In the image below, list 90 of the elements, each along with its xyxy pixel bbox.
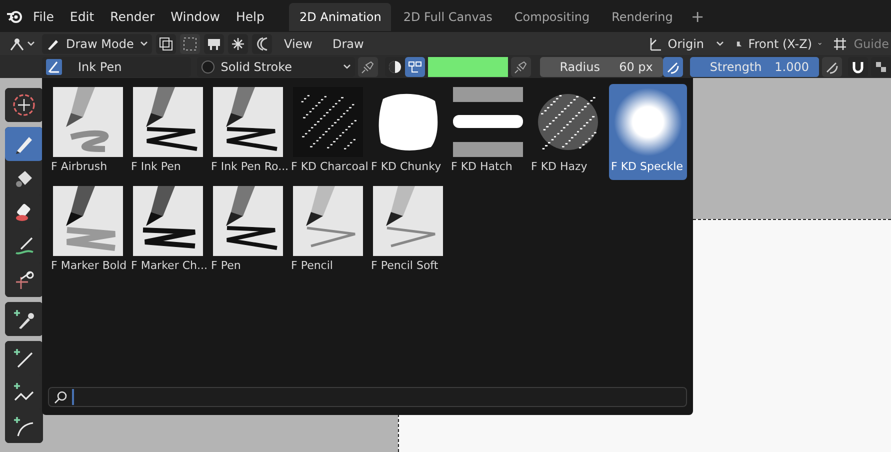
pin-icon[interactable] — [358, 56, 378, 76]
view-dropdown[interactable]: Front (X-Z) — [732, 34, 826, 54]
magnet-icon — [851, 60, 865, 74]
pivot-dropdown[interactable]: Origin — [644, 34, 728, 54]
menu-item[interactable]: File — [26, 6, 61, 26]
workspace-tab[interactable]: 2D Full Canvas — [393, 3, 502, 31]
brush-tile[interactable]: F KD Charcoal — [289, 84, 367, 180]
caret-icon — [140, 40, 148, 46]
workspace-tab[interactable]: Rendering — [602, 3, 683, 31]
frames-icon — [207, 36, 221, 50]
brush-tile[interactable]: F KD Speckle — [609, 84, 687, 180]
tool-button[interactable] — [5, 88, 43, 122]
brush-preview-icon — [46, 58, 62, 74]
pencil-stroke-drawing — [293, 186, 363, 256]
brush-tile[interactable]: F Ink Pen — [129, 84, 207, 180]
caret-icon — [343, 64, 352, 70]
material-dropdown[interactable]: Solid Stroke — [196, 56, 356, 76]
blocks-icon — [874, 60, 888, 74]
strength-slider[interactable]: Strength 1.000 — [690, 56, 819, 76]
brush-tile[interactable]: F KD Hazy — [529, 84, 607, 180]
brush-tile[interactable]: F Pen — [209, 183, 287, 279]
caret-icon — [27, 40, 35, 46]
brush-tile[interactable]: F Pencil Soft — [369, 183, 447, 279]
marker-stroke-drawing — [53, 186, 123, 256]
brush-tile[interactable]: F Marker Ch... — [129, 183, 207, 279]
header-menu[interactable]: View — [276, 36, 320, 50]
line-icon — [13, 347, 35, 369]
pin-icon — [361, 60, 376, 74]
arc-icon — [13, 415, 35, 437]
pressure-icon[interactable] — [662, 56, 683, 76]
menu-item[interactable]: Window — [164, 6, 227, 26]
menu-item[interactable]: Help — [228, 6, 272, 26]
tool-button[interactable] — [5, 302, 43, 336]
hatch-bars-drawing — [453, 87, 523, 157]
search-icon — [54, 390, 68, 404]
pin-icon — [514, 60, 528, 74]
scissors-icon — [13, 269, 35, 291]
snowflake-icon[interactable] — [228, 34, 248, 54]
polyline-icon — [13, 381, 35, 403]
shading-icon[interactable] — [385, 56, 406, 76]
brush-tile[interactable]: F Marker Bold — [49, 183, 127, 279]
airbrush-drawing — [53, 87, 123, 157]
text-cursor-icon — [72, 389, 74, 405]
pin-icon[interactable] — [510, 56, 531, 76]
color-swatch[interactable] — [428, 56, 508, 76]
snowflake-icon — [231, 36, 245, 50]
pressure-icon[interactable] — [822, 56, 842, 76]
brush-tile[interactable]: F Ink Pen Ro... — [209, 84, 287, 180]
cursor-icon — [12, 93, 36, 117]
search-field[interactable] — [48, 387, 687, 407]
pen-stroke-drawing — [133, 87, 203, 157]
multiframe-icon[interactable] — [204, 34, 224, 54]
pencil-stroke-drawing — [373, 186, 443, 256]
brush-tile[interactable]: F KD Hatch — [449, 84, 527, 180]
workspace-tab[interactable]: Compositing — [504, 3, 600, 31]
header-menu[interactable]: Draw — [324, 36, 372, 50]
pen-pressure-icon — [666, 60, 680, 74]
dotted-square-icon — [183, 36, 197, 50]
squares-icon — [159, 36, 173, 50]
pen-stroke-drawing — [213, 186, 283, 256]
workspace-tab[interactable]: 2D Animation — [289, 3, 392, 31]
arcs-icon — [255, 36, 269, 50]
pivot-icon — [648, 36, 662, 50]
sphere-icon — [388, 60, 402, 74]
brush-tile[interactable]: F Airbrush — [49, 84, 127, 180]
brush-tile[interactable]: F KD Chunky — [369, 84, 447, 180]
material-icon — [200, 60, 215, 74]
eyedropper-icon — [13, 308, 35, 330]
stroke-icon[interactable] — [871, 56, 891, 76]
brush-icon — [13, 235, 35, 257]
pen-node-icon — [9, 36, 25, 52]
radius-field[interactable]: Radius 60 px — [540, 56, 663, 76]
mode-dropdown[interactable]: Draw Mode — [42, 34, 152, 54]
pen-stroke-drawing — [213, 87, 283, 157]
caret-icon — [716, 40, 724, 46]
grid-icon — [832, 36, 847, 50]
add-workspace-button[interactable]: + — [684, 6, 710, 26]
menu-item[interactable]: Render — [103, 6, 162, 26]
brush-field[interactable]: Ink Pen — [42, 56, 191, 76]
tool-button[interactable] — [5, 127, 43, 161]
menu-item[interactable]: Edit — [62, 6, 102, 26]
nodes-icon — [408, 60, 422, 74]
brush-tile[interactable]: F Pencil — [289, 183, 367, 279]
guides-label[interactable]: Guide — [854, 36, 889, 50]
app-logo-icon — [6, 8, 24, 24]
charcoal-texture-drawing — [293, 87, 363, 157]
speckle-texture-drawing — [613, 87, 683, 157]
layers-icon[interactable] — [156, 34, 176, 54]
marker-stroke-drawing — [133, 186, 203, 256]
pen-pressure-icon — [825, 60, 839, 74]
